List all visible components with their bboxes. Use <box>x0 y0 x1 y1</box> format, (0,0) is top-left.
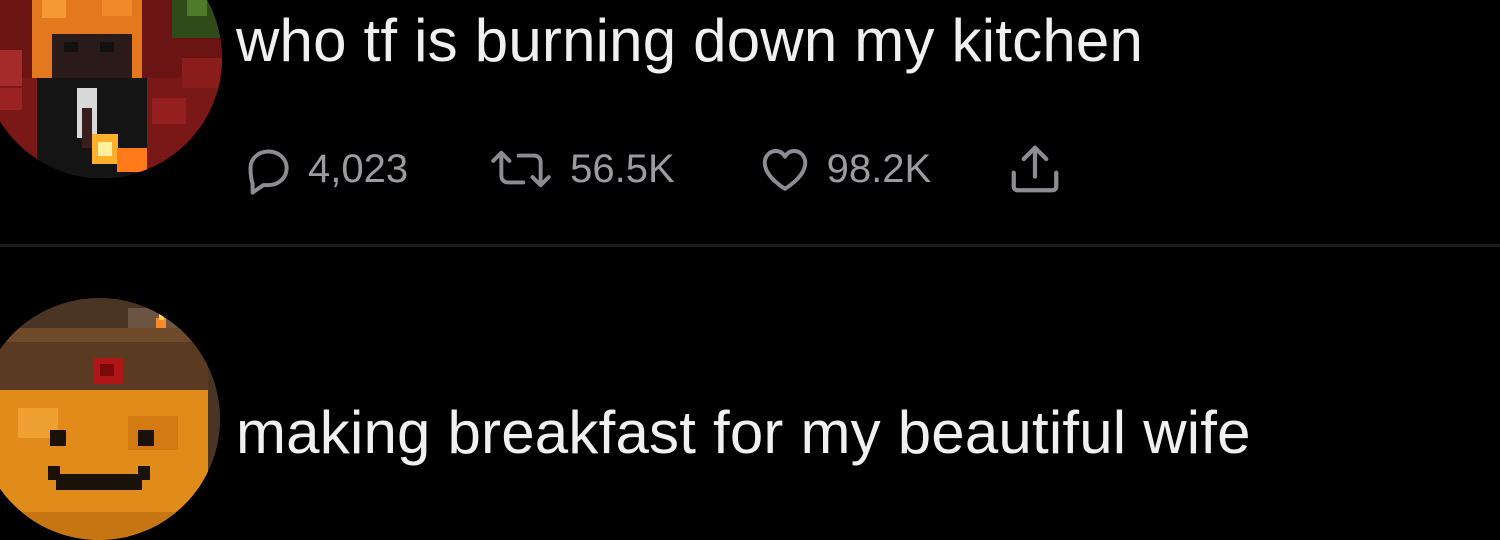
like-count: 98.2K <box>826 146 932 191</box>
tweet-text: making breakfast for my beautiful wife <box>236 399 1251 466</box>
divider <box>0 244 1500 247</box>
reply-count: 4,023 <box>308 146 409 191</box>
avatar[interactable] <box>0 298 220 540</box>
tweet-2[interactable]: making breakfast for my beautiful wife <box>0 248 1500 540</box>
reply-button[interactable]: 4,023 <box>240 141 408 197</box>
retweet-count: 56.5K <box>570 146 675 191</box>
tweet-1[interactable]: who tf is burning down my kitchen 4,023 … <box>0 0 1500 245</box>
like-button[interactable]: 98.2K <box>755 141 932 197</box>
tweet-text: who tf is burning down my kitchen <box>236 7 1144 74</box>
speech-bubble-icon <box>248 149 289 195</box>
avatar[interactable] <box>0 0 222 178</box>
share-upload-icon <box>1011 145 1059 193</box>
share-button[interactable] <box>1005 139 1065 199</box>
tweet-actions: 4,023 56.5K 98.2K <box>240 136 1065 202</box>
retweet-button[interactable]: 56.5K <box>484 141 675 197</box>
avatar-minecraft-chef-character-image <box>0 298 220 540</box>
heart-icon <box>762 149 807 191</box>
retweet-arrows-icon <box>491 150 551 188</box>
avatar-minecraft-fire-character-image <box>0 0 222 178</box>
